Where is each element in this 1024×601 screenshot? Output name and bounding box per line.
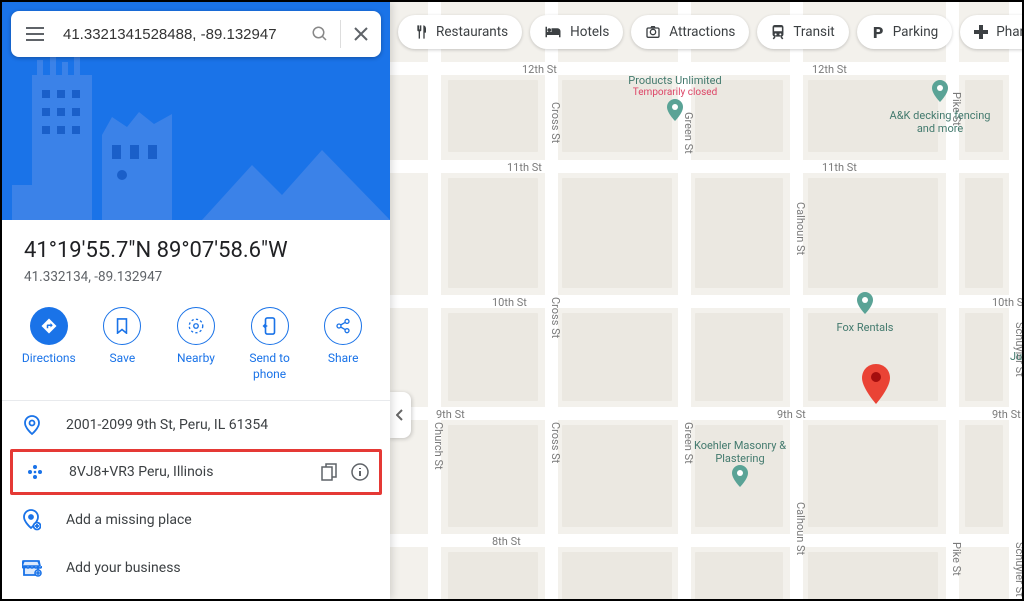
street-label: Calhoun St — [792, 502, 809, 555]
hamburger-icon — [26, 27, 44, 41]
add-business-text: Add your business — [66, 560, 372, 576]
plus-code-icon — [26, 463, 44, 481]
poi-ak-decking[interactable]: A&K decking fencing and more — [885, 80, 995, 136]
pharmacy-icon — [974, 25, 988, 39]
phone-icon — [262, 317, 278, 335]
bookmark-icon — [115, 318, 129, 334]
chip-parking[interactable]: P Parking — [857, 15, 953, 49]
storefront-icon — [22, 559, 42, 577]
street-label: 9th St — [990, 408, 1022, 421]
chip-attractions[interactable]: Attractions — [631, 15, 749, 49]
address-item[interactable]: 2001-2099 9th St, Peru, IL 61354 — [2, 401, 390, 449]
action-label: Send to phone — [240, 351, 300, 382]
street-label: 8th St — [490, 535, 523, 548]
poi-koehler[interactable]: Koehler Masonry & Plastering — [685, 439, 795, 495]
chip-transit[interactable]: Transit — [757, 15, 848, 49]
skyline-illustration — [2, 50, 390, 220]
pin-icon — [24, 415, 40, 435]
copy-icon[interactable] — [321, 463, 337, 481]
directions-button[interactable]: Directions — [12, 307, 86, 382]
search-icon — [311, 25, 329, 43]
close-icon — [354, 27, 368, 41]
chip-restaurants[interactable]: Restaurants — [398, 15, 522, 49]
map-canvas[interactable]: 12th St 12th St 11th St 11th St 10th St … — [390, 2, 1022, 599]
transit-icon — [771, 24, 785, 40]
plus-code-text: 8VJ8+VR3 Peru, Illinois — [69, 464, 299, 480]
attraction-icon — [645, 24, 661, 40]
chip-hotels[interactable]: Hotels — [530, 15, 623, 49]
add-label-item[interactable]: Add a label — [2, 591, 390, 599]
add-place-text: Add a missing place — [66, 512, 372, 528]
street-label: Schuyler St — [1011, 542, 1022, 597]
send-to-phone-button[interactable]: Send to phone — [233, 307, 307, 382]
street-label: Cross St — [547, 422, 564, 463]
share-icon — [335, 318, 351, 334]
search-input[interactable] — [59, 26, 300, 43]
clear-button[interactable] — [341, 11, 381, 57]
svg-text:P: P — [873, 24, 883, 40]
chevron-left-icon — [396, 409, 404, 421]
save-button[interactable]: Save — [86, 307, 160, 382]
street-label: Cross St — [547, 102, 564, 143]
chip-pharmacies[interactable]: Pharmacies — [960, 15, 1022, 49]
street-label: 10th St — [490, 296, 529, 309]
action-label: Nearby — [177, 351, 215, 367]
street-label: 11th St — [820, 161, 859, 174]
directions-icon — [40, 317, 58, 335]
poi-fox-rentals[interactable]: Fox Rentals — [820, 292, 910, 334]
add-business-item[interactable]: Add your business — [2, 545, 390, 591]
street-label: Church St — [430, 422, 447, 470]
street-label: 12th St — [810, 63, 849, 76]
info-icon[interactable] — [351, 463, 369, 481]
add-place-icon — [23, 509, 41, 531]
menu-button[interactable] — [11, 11, 59, 57]
poi-pin-icon — [666, 99, 684, 123]
side-panel: 41°19'55.7"N 89°07'58.6"W 41.332134, -89… — [2, 2, 390, 599]
action-label: Share — [328, 351, 359, 367]
restaurant-icon — [412, 24, 428, 40]
action-label: Directions — [22, 351, 76, 367]
street-label: 9th St — [434, 408, 467, 421]
nearby-button[interactable]: Nearby — [159, 307, 233, 382]
collapse-panel-button[interactable] — [390, 392, 411, 438]
street-label: 9th St — [775, 408, 808, 421]
poi-pin-icon — [856, 292, 874, 316]
title-block: 41°19'55.7"N 89°07'58.6"W 41.332134, -89… — [2, 220, 390, 299]
share-button[interactable]: Share — [306, 307, 380, 382]
coord-decimal: 41.332134, -89.132947 — [24, 269, 368, 285]
dropped-pin-marker[interactable] — [862, 364, 890, 404]
street-label: 11th St — [505, 161, 544, 174]
parking-icon: P — [871, 24, 885, 40]
hotel-icon — [544, 25, 562, 39]
street-label: 12th St — [520, 63, 559, 76]
category-chips: Restaurants Hotels Attractions Transit P… — [398, 15, 1014, 49]
coord-dms: 41°19'55.7"N 89°07'58.6"W — [24, 238, 368, 263]
street-label: Pike St — [948, 542, 965, 576]
address-text: 2001-2099 9th St, Peru, IL 61354 — [66, 417, 372, 433]
poi-products-unlimited[interactable]: Products Unlimited Temporarily closed — [615, 74, 735, 128]
poi-pin-icon — [731, 465, 749, 489]
action-label: Save — [110, 351, 136, 367]
search-button[interactable] — [300, 11, 340, 57]
street-label: Cross St — [547, 297, 564, 338]
add-place-item[interactable]: Add a missing place — [2, 495, 390, 545]
poi-jus[interactable]: Jus — [1010, 350, 1022, 363]
action-row: Directions Save Nearby Send to phone Sha… — [2, 299, 390, 401]
search-bar — [11, 11, 381, 57]
info-list: 2001-2099 9th St, Peru, IL 61354 8VJ8+VR… — [2, 401, 390, 599]
street-label: 10th St — [990, 296, 1022, 309]
plus-code-item[interactable]: 8VJ8+VR3 Peru, Illinois — [10, 449, 382, 495]
poi-pin-icon — [931, 80, 949, 104]
street-label: Calhoun St — [792, 202, 809, 255]
nearby-icon — [187, 317, 205, 335]
